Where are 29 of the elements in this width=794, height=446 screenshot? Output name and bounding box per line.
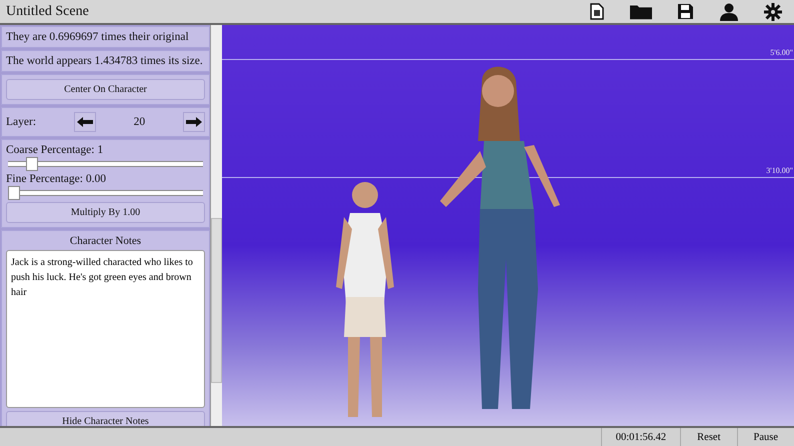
slider-label: Coarse Percentage: 1 — [6, 144, 104, 156]
settings-button[interactable] — [762, 2, 784, 22]
next-layer-button[interactable] — [183, 112, 205, 132]
height-label: 3'10.00" — [766, 166, 793, 175]
layer-label: Layer: — [6, 116, 36, 128]
center-on-character-button[interactable]: Center On Character — [6, 79, 205, 100]
person-button[interactable] — [718, 2, 740, 22]
scrollbar-thumb[interactable] — [211, 218, 222, 383]
height-label: 5'6.00" — [770, 48, 793, 57]
folder-icon — [630, 3, 652, 20]
slider-thumb[interactable] — [26, 157, 38, 171]
scrollbar[interactable] — [210, 25, 222, 426]
slider-thumb[interactable] — [8, 186, 20, 200]
slider-label: Fine Percentage: 0.00 — [6, 173, 106, 185]
person-icon — [719, 2, 739, 20]
multiply-button[interactable]: Multiply By 1.00 — [6, 202, 205, 223]
document-icon — [590, 3, 604, 20]
world-scale-text: The world appears 1.434783 times its size. — [6, 55, 203, 67]
right-arrow-icon — [186, 117, 202, 127]
save-icon — [676, 3, 694, 20]
notes-field[interactable]: Jack is a strong-willed characted who likes to push his luck. He's got green eyes and brown hair — [6, 250, 205, 408]
notes-title: Character Notes — [68, 235, 142, 247]
left-arrow-icon — [76, 117, 93, 127]
previous-layer-button[interactable] — [74, 112, 96, 132]
window-title: Untitled Scene — [6, 4, 89, 20]
hide-notes-button[interactable]: Hide Character Notes — [6, 411, 205, 426]
settings-icon — [764, 2, 782, 20]
layer-value: 20 — [134, 116, 146, 128]
scale-text: They are 0.6969697 times their original — [6, 31, 189, 43]
